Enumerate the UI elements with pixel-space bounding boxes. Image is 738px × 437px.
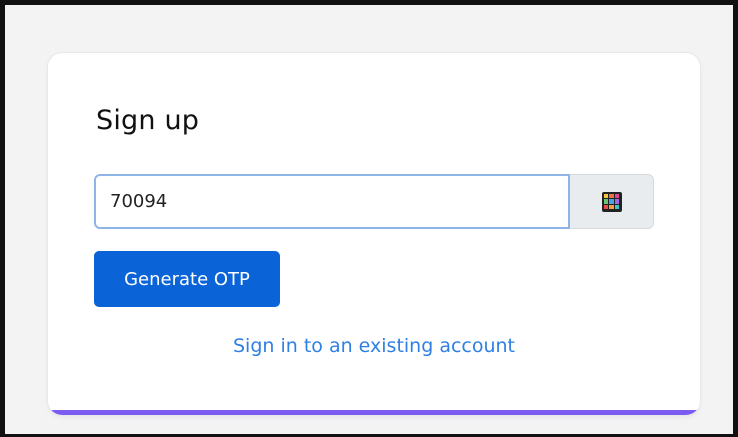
screen-frame: Sign up Generate OTP Sign in to an exist…	[0, 0, 738, 437]
keypad-grid-icon	[601, 191, 622, 212]
phone-number-input[interactable]	[94, 174, 570, 229]
signup-card: Sign up Generate OTP Sign in to an exist…	[48, 53, 700, 415]
generate-otp-button[interactable]: Generate OTP	[94, 251, 280, 307]
card-accent-bar	[48, 410, 700, 415]
sign-in-existing-account-link[interactable]: Sign in to an existing account	[48, 335, 700, 357]
keypad-button[interactable]	[570, 174, 654, 229]
phone-input-group	[94, 174, 654, 229]
page-title: Sign up	[96, 105, 200, 136]
